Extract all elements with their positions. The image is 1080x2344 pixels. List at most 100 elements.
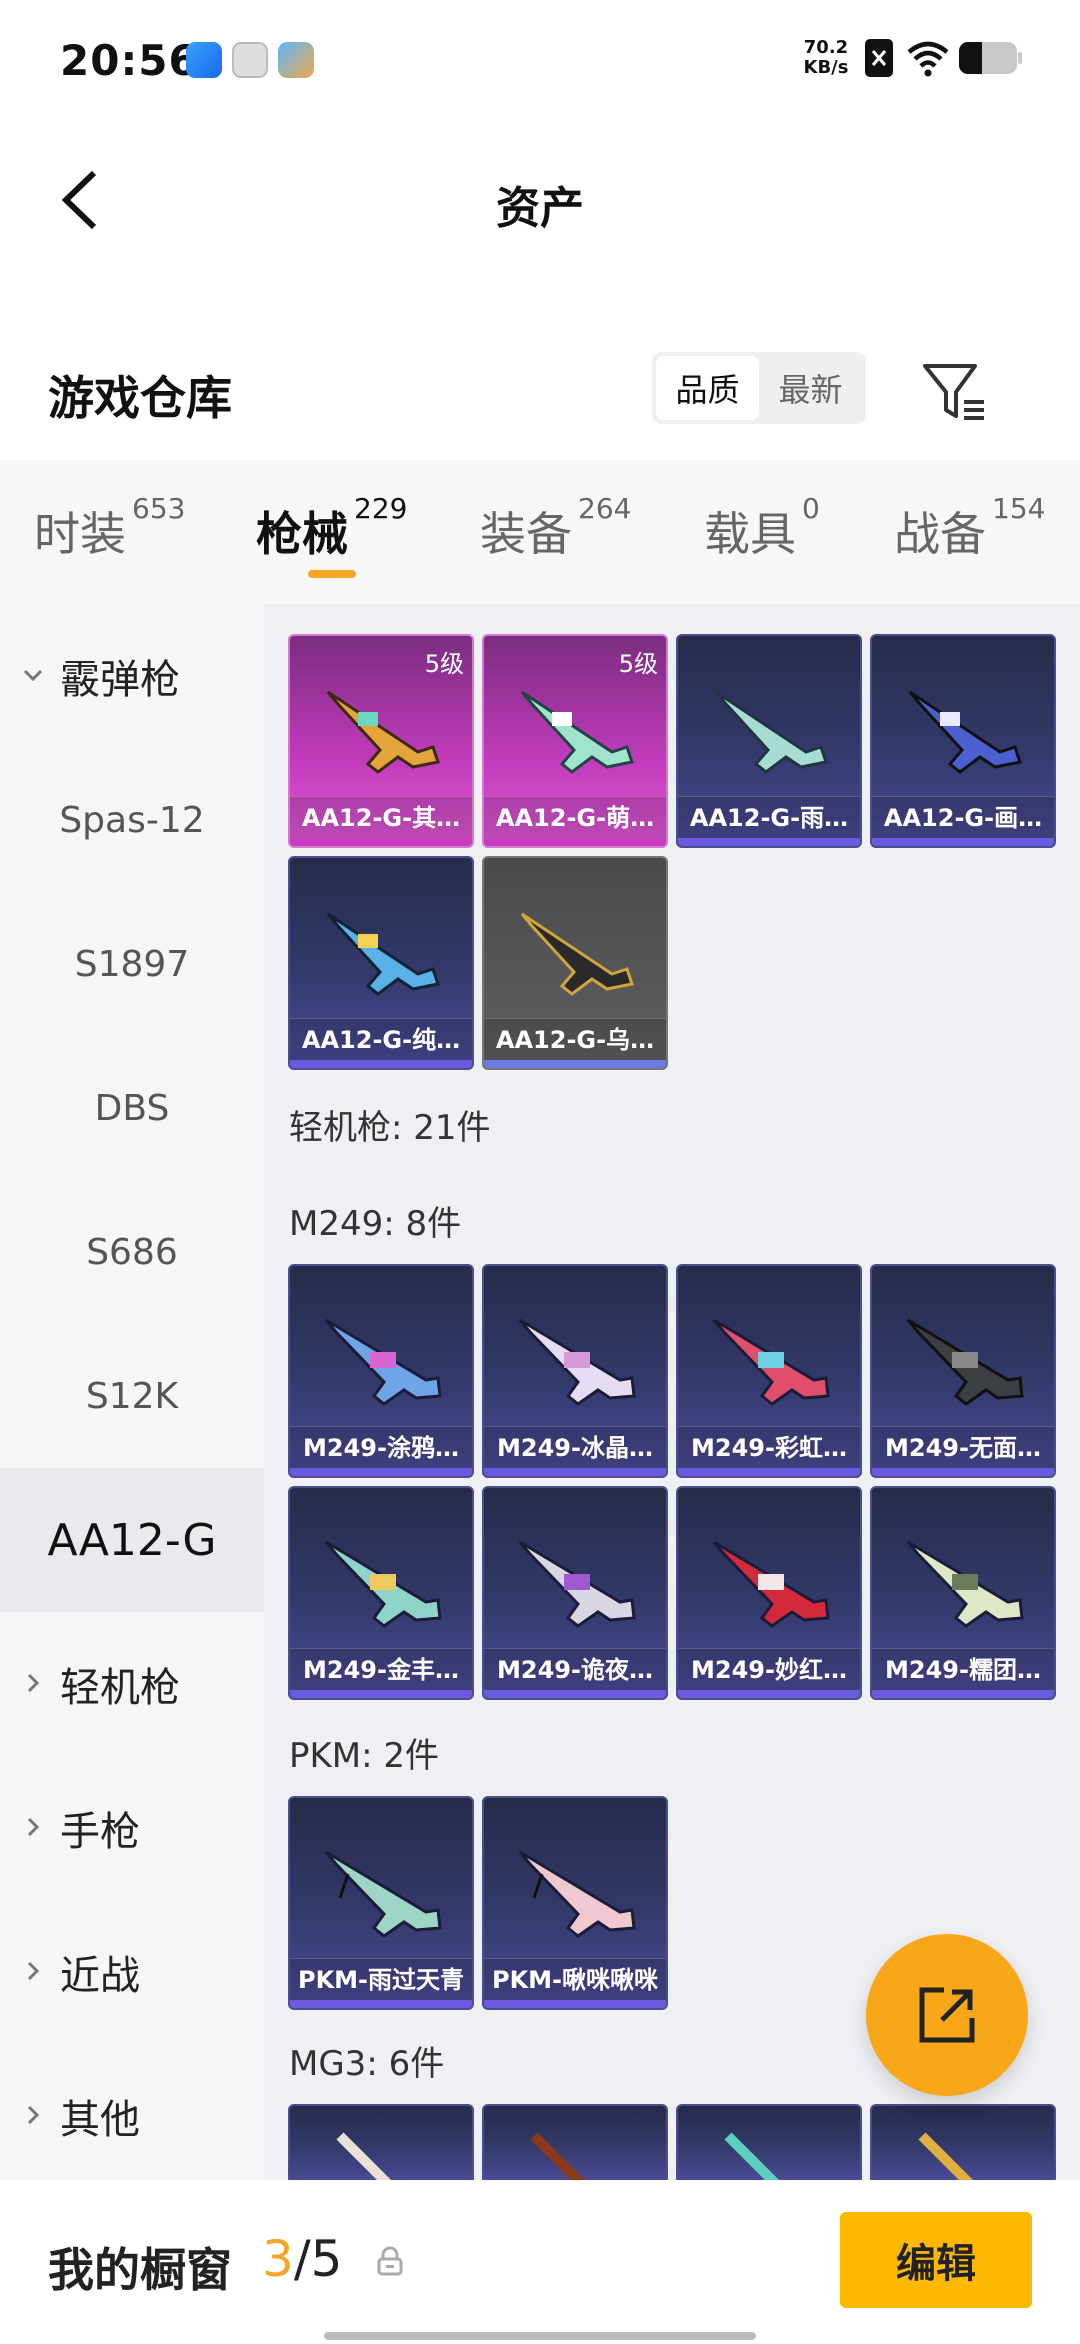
machine-gun-icon <box>336 2132 392 2180</box>
sort-quality-button[interactable]: 品质 <box>656 356 759 420</box>
machine-gun-icon <box>518 1318 636 1406</box>
app-root: { "status_bar": {"time": "20:56", "net_s… <box>0 0 1080 2344</box>
sidebar-group-other[interactable]: 其他 <box>0 2044 264 2188</box>
rarity-bar <box>678 1468 860 1476</box>
tab-equipment[interactable]: 装备 264 <box>480 492 631 564</box>
item-card[interactable] <box>676 2104 862 2180</box>
section-heading-mg3: MG3: 6件 <box>289 2044 445 2084</box>
rarity-bar <box>872 1468 1054 1476</box>
item-name: M249-金丰… <box>290 1648 472 1690</box>
item-name: M249-涂鸦… <box>290 1426 472 1468</box>
shotgun-icon <box>326 912 440 996</box>
item-card[interactable]: M249-金丰… <box>288 1486 474 1700</box>
item-card[interactable]: M249-无面… <box>870 1264 1056 1478</box>
machine-gun-icon <box>906 1318 1024 1406</box>
machine-gun-icon <box>518 1540 636 1628</box>
item-name: AA12-G-其… <box>290 796 472 838</box>
chevron-right-icon <box>27 1961 40 1981</box>
item-card[interactable]: M249-冰晶… <box>482 1264 668 1478</box>
shotgun-icon <box>326 690 440 774</box>
sidebar-item-aa12g[interactable]: AA12-G <box>0 1468 264 1612</box>
item-card[interactable]: AA12-G-画… <box>870 634 1056 848</box>
category-tabs: 时装 653 枪械 229 装备 264 载具 0 战备 154 <box>0 460 1080 604</box>
item-card[interactable]: 5级 AA12-G-其… <box>288 634 474 848</box>
warehouse-header: 游戏仓库 品质 最新 <box>0 340 1080 460</box>
item-card[interactable]: PKM-雨过天青 <box>288 1796 474 2010</box>
chevron-right-icon <box>27 1673 40 1693</box>
tab-count: 653 <box>132 492 186 525</box>
rarity-bar <box>484 2000 666 2008</box>
tab-fashion[interactable]: 时装 653 <box>34 492 185 564</box>
rarity-bar <box>484 1468 666 1476</box>
sidebar-group-lmg[interactable]: 轻机枪 <box>0 1612 264 1756</box>
machine-gun-icon <box>906 1540 1024 1628</box>
net-speed: 70.2 KB/s <box>796 38 856 78</box>
item-level: 5级 <box>424 650 464 678</box>
sidebar-item-s12k[interactable]: S12K <box>0 1324 264 1468</box>
tab-count: 0 <box>802 492 820 525</box>
net-speed-unit: KB/s <box>803 57 849 78</box>
tab-label: 装备 <box>480 507 572 561</box>
item-name: AA12-G-纯… <box>290 1018 472 1060</box>
share-button[interactable] <box>866 1934 1028 2096</box>
item-name: AA12-G-雨… <box>678 796 860 838</box>
sidebar-item-s686[interactable]: S686 <box>0 1180 264 1324</box>
shotgun-icon <box>714 690 828 774</box>
item-card[interactable]: M249-糯团… <box>870 1486 1056 1700</box>
sidebar-group-melee[interactable]: 近战 <box>0 1900 264 2044</box>
edit-button[interactable]: 编辑 <box>840 2212 1032 2308</box>
showcase-current: 3 <box>262 2230 294 2288</box>
tab-label: 载具 <box>704 507 796 561</box>
sidebar-group-pistol[interactable]: 手枪 <box>0 1756 264 1900</box>
item-card[interactable]: M249-彩虹… <box>676 1264 862 1478</box>
sidebar-item-spas12[interactable]: Spas-12 <box>0 748 264 892</box>
item-card[interactable] <box>482 2104 668 2180</box>
sidebar-group-shotgun[interactable]: 霰弹枪 <box>0 604 264 748</box>
chevron-right-icon <box>27 1817 40 1837</box>
sidebar-item-dbs[interactable]: DBS <box>0 1036 264 1180</box>
tab-guns[interactable]: 枪械 229 <box>256 492 407 564</box>
item-card[interactable]: M249-涂鸦… <box>288 1264 474 1478</box>
item-card[interactable]: M249-诡夜… <box>482 1486 668 1700</box>
rarity-bar <box>872 1690 1054 1698</box>
item-name: AA12-G-萌… <box>484 796 666 838</box>
net-speed-value: 70.2 <box>803 37 849 58</box>
rarity-bar <box>290 838 472 846</box>
item-card[interactable] <box>870 2104 1056 2180</box>
section-heading-pkm: PKM: 2件 <box>289 1736 440 1776</box>
sidebar-group-label: 轻机枪 <box>60 1665 180 1711</box>
item-card[interactable]: AA12-G-纯… <box>288 856 474 1070</box>
tab-vehicles[interactable]: 载具 0 <box>704 492 820 564</box>
item-card[interactable]: PKM-啾咪啾咪 <box>482 1796 668 2010</box>
home-indicator[interactable] <box>324 2332 756 2340</box>
wifi-icon <box>907 41 949 77</box>
item-card[interactable]: AA12-G-雨… <box>676 634 862 848</box>
machine-gun-icon <box>712 1540 830 1628</box>
sidebar-item-s1897[interactable]: S1897 <box>0 892 264 1036</box>
battery-icon <box>959 42 1022 74</box>
machine-gun-icon <box>918 2132 974 2180</box>
item-card[interactable]: 5级 AA12-G-萌… <box>482 634 668 848</box>
item-card[interactable]: AA12-G-乌… <box>482 856 668 1070</box>
item-name: M249-诡夜… <box>484 1648 666 1690</box>
status-bar: 20:56 70.2 KB/s <box>0 0 1080 120</box>
filter-icon[interactable] <box>920 358 990 428</box>
item-card[interactable] <box>288 2104 474 2180</box>
machine-gun-icon <box>724 2132 780 2180</box>
status-time: 20:56 <box>60 36 199 85</box>
tab-label: 战备 <box>894 507 986 561</box>
sort-newest-button[interactable]: 最新 <box>759 356 862 420</box>
machine-gun-icon <box>530 2132 586 2180</box>
tab-supplies[interactable]: 战备 154 <box>894 492 1045 564</box>
tab-label: 枪械 <box>256 507 348 561</box>
item-card[interactable]: M249-妙红… <box>676 1486 862 1700</box>
rarity-bar <box>290 2000 472 2008</box>
sidebar-group-label: 霰弹枪 <box>60 657 180 703</box>
sidebar-group-label: 手枪 <box>60 1809 140 1855</box>
settings-notification-icon <box>232 42 268 78</box>
page-title: 资产 <box>496 183 584 234</box>
shotgun-icon <box>520 912 634 996</box>
item-name: M249-妙红… <box>678 1648 860 1690</box>
item-level: 5级 <box>618 650 658 678</box>
machine-gun-icon <box>712 1318 830 1406</box>
